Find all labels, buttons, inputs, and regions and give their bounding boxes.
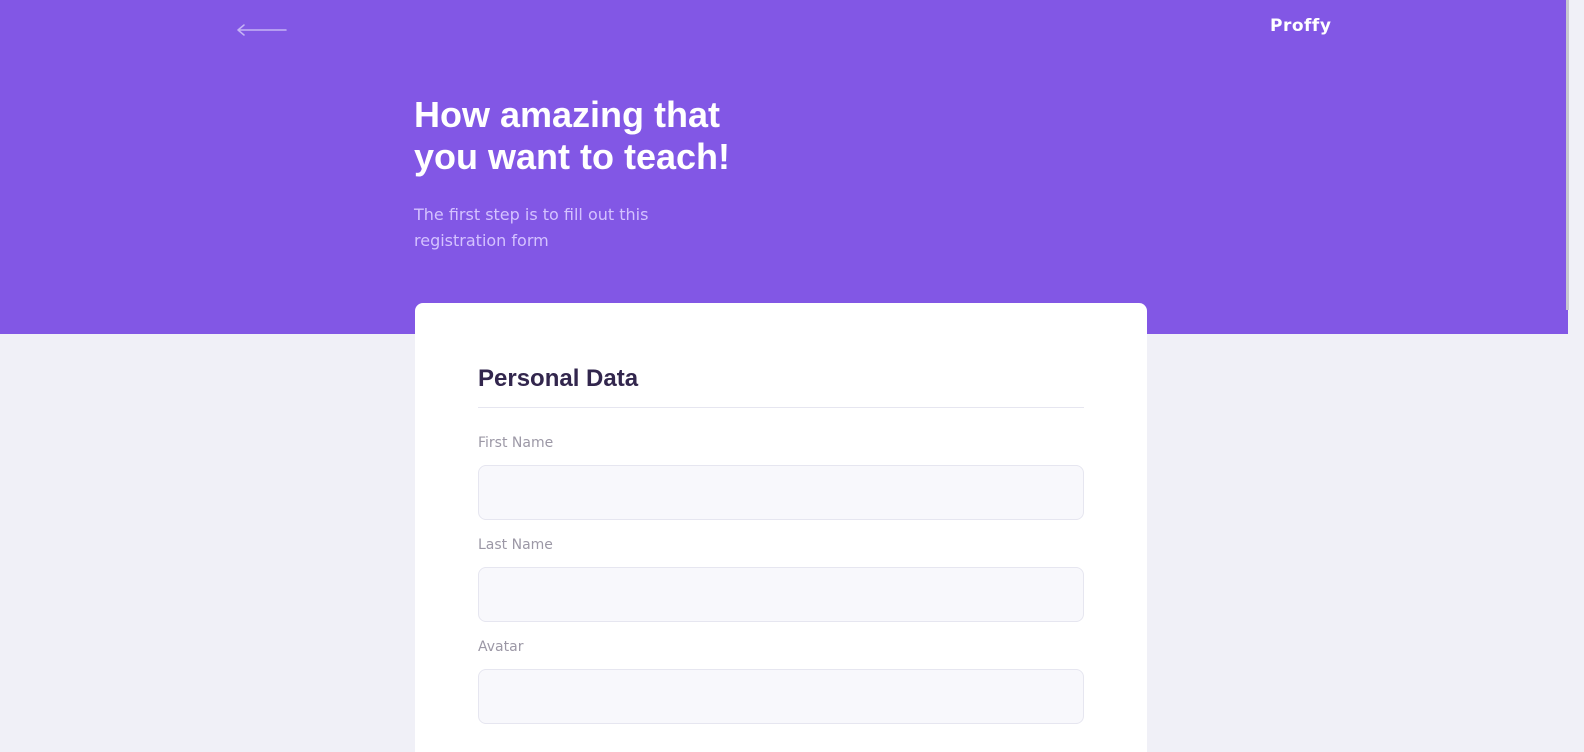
- avatar-input[interactable]: [478, 669, 1084, 724]
- registration-form: Personal Data First Name Last Name Avata…: [415, 303, 1147, 752]
- first-name-label: First Name: [478, 435, 554, 451]
- page: Proffy How amazing that you want to teac…: [0, 0, 1584, 752]
- first-name-input[interactable]: [478, 465, 1084, 520]
- logo[interactable]: Proffy: [1270, 16, 1331, 36]
- back-button[interactable]: [235, 20, 287, 40]
- divider: [478, 407, 1084, 408]
- last-name-label: Last Name: [478, 537, 553, 553]
- page-subtitle: The first step is to fill out this regis…: [414, 205, 649, 250]
- page-header: Proffy How amazing that you want to teac…: [0, 0, 1568, 334]
- avatar-label: Avatar: [478, 639, 524, 655]
- arrow-left-icon: [237, 24, 287, 36]
- last-name-input[interactable]: [478, 567, 1084, 622]
- scrollbar-track[interactable]: [1568, 0, 1584, 752]
- page-title: How amazing that you want to teach!: [414, 94, 731, 177]
- scrollbar-thumb[interactable]: [1566, 0, 1569, 310]
- section-title: Personal Data: [478, 365, 639, 392]
